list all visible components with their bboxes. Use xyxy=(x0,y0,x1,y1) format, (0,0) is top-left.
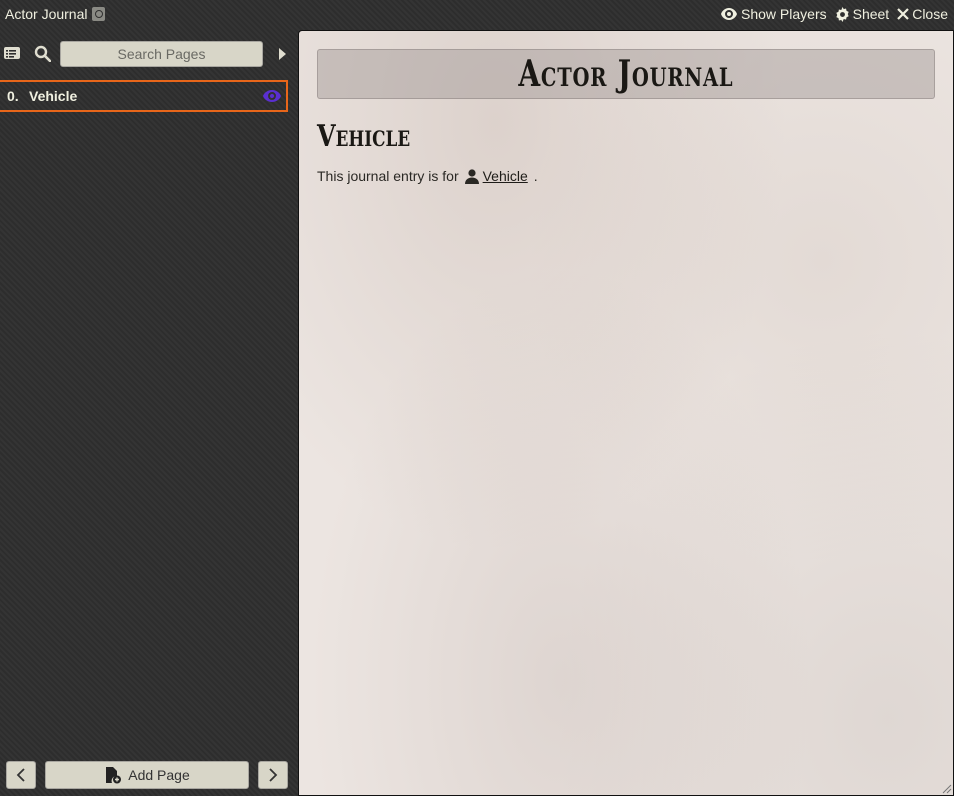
pages-sidebar: 0. Vehicle Add Page xyxy=(0,32,296,796)
eye-icon xyxy=(721,8,738,20)
search-pages-input[interactable] xyxy=(60,41,263,67)
journal-banner-title: Actor Journal xyxy=(518,53,734,95)
actor-link[interactable]: Vehicle xyxy=(464,168,528,184)
add-page-label: Add Page xyxy=(128,767,190,783)
table-of-contents-icon[interactable] xyxy=(4,45,20,61)
page-list-item[interactable]: 0. Vehicle xyxy=(0,80,288,112)
actor-link-label: Vehicle xyxy=(482,168,528,184)
add-page-button[interactable]: Add Page xyxy=(45,761,249,789)
page-number: 0. xyxy=(7,88,19,104)
collapse-sidebar-icon[interactable] xyxy=(278,47,288,61)
journal-entry-paragraph: This journal entry is for Vehicle . xyxy=(317,168,538,184)
chevron-right-icon xyxy=(269,768,278,782)
entry-text: This journal entry is for xyxy=(317,168,459,184)
close-icon xyxy=(897,8,909,20)
page-name: Vehicle xyxy=(29,88,78,104)
search-icon[interactable] xyxy=(34,45,51,62)
next-page-button[interactable] xyxy=(258,761,288,789)
journal-page-content: Actor Journal Vehicle This journal entry… xyxy=(298,30,954,796)
chevron-left-icon xyxy=(16,768,25,782)
sheet-label: Sheet xyxy=(852,6,890,22)
show-players-button[interactable]: Show Players xyxy=(720,6,827,22)
sidebar-footer: Add Page xyxy=(0,761,296,791)
page-heading-text: Vehicle xyxy=(317,119,411,154)
file-add-icon xyxy=(106,767,122,784)
previous-page-button[interactable] xyxy=(6,761,36,789)
user-icon xyxy=(464,168,479,184)
gear-icon xyxy=(835,6,849,22)
visibility-eye-icon[interactable] xyxy=(262,89,282,103)
window-title: Actor Journal xyxy=(5,6,88,22)
window-titlebar[interactable]: Actor Journal Show Players Sheet Close xyxy=(0,0,954,28)
sidebar-toolbar xyxy=(0,41,296,67)
journal-book-icon[interactable] xyxy=(92,7,106,21)
close-label: Close xyxy=(912,6,948,22)
entry-trailing: . xyxy=(533,168,538,184)
sheet-button[interactable]: Sheet xyxy=(835,6,890,22)
page-heading: Vehicle xyxy=(317,119,433,154)
journal-banner: Actor Journal xyxy=(317,49,935,99)
show-players-label: Show Players xyxy=(741,6,827,22)
close-button[interactable]: Close xyxy=(897,6,948,22)
resize-handle-icon[interactable] xyxy=(942,784,952,794)
page-list: 0. Vehicle xyxy=(0,80,288,112)
